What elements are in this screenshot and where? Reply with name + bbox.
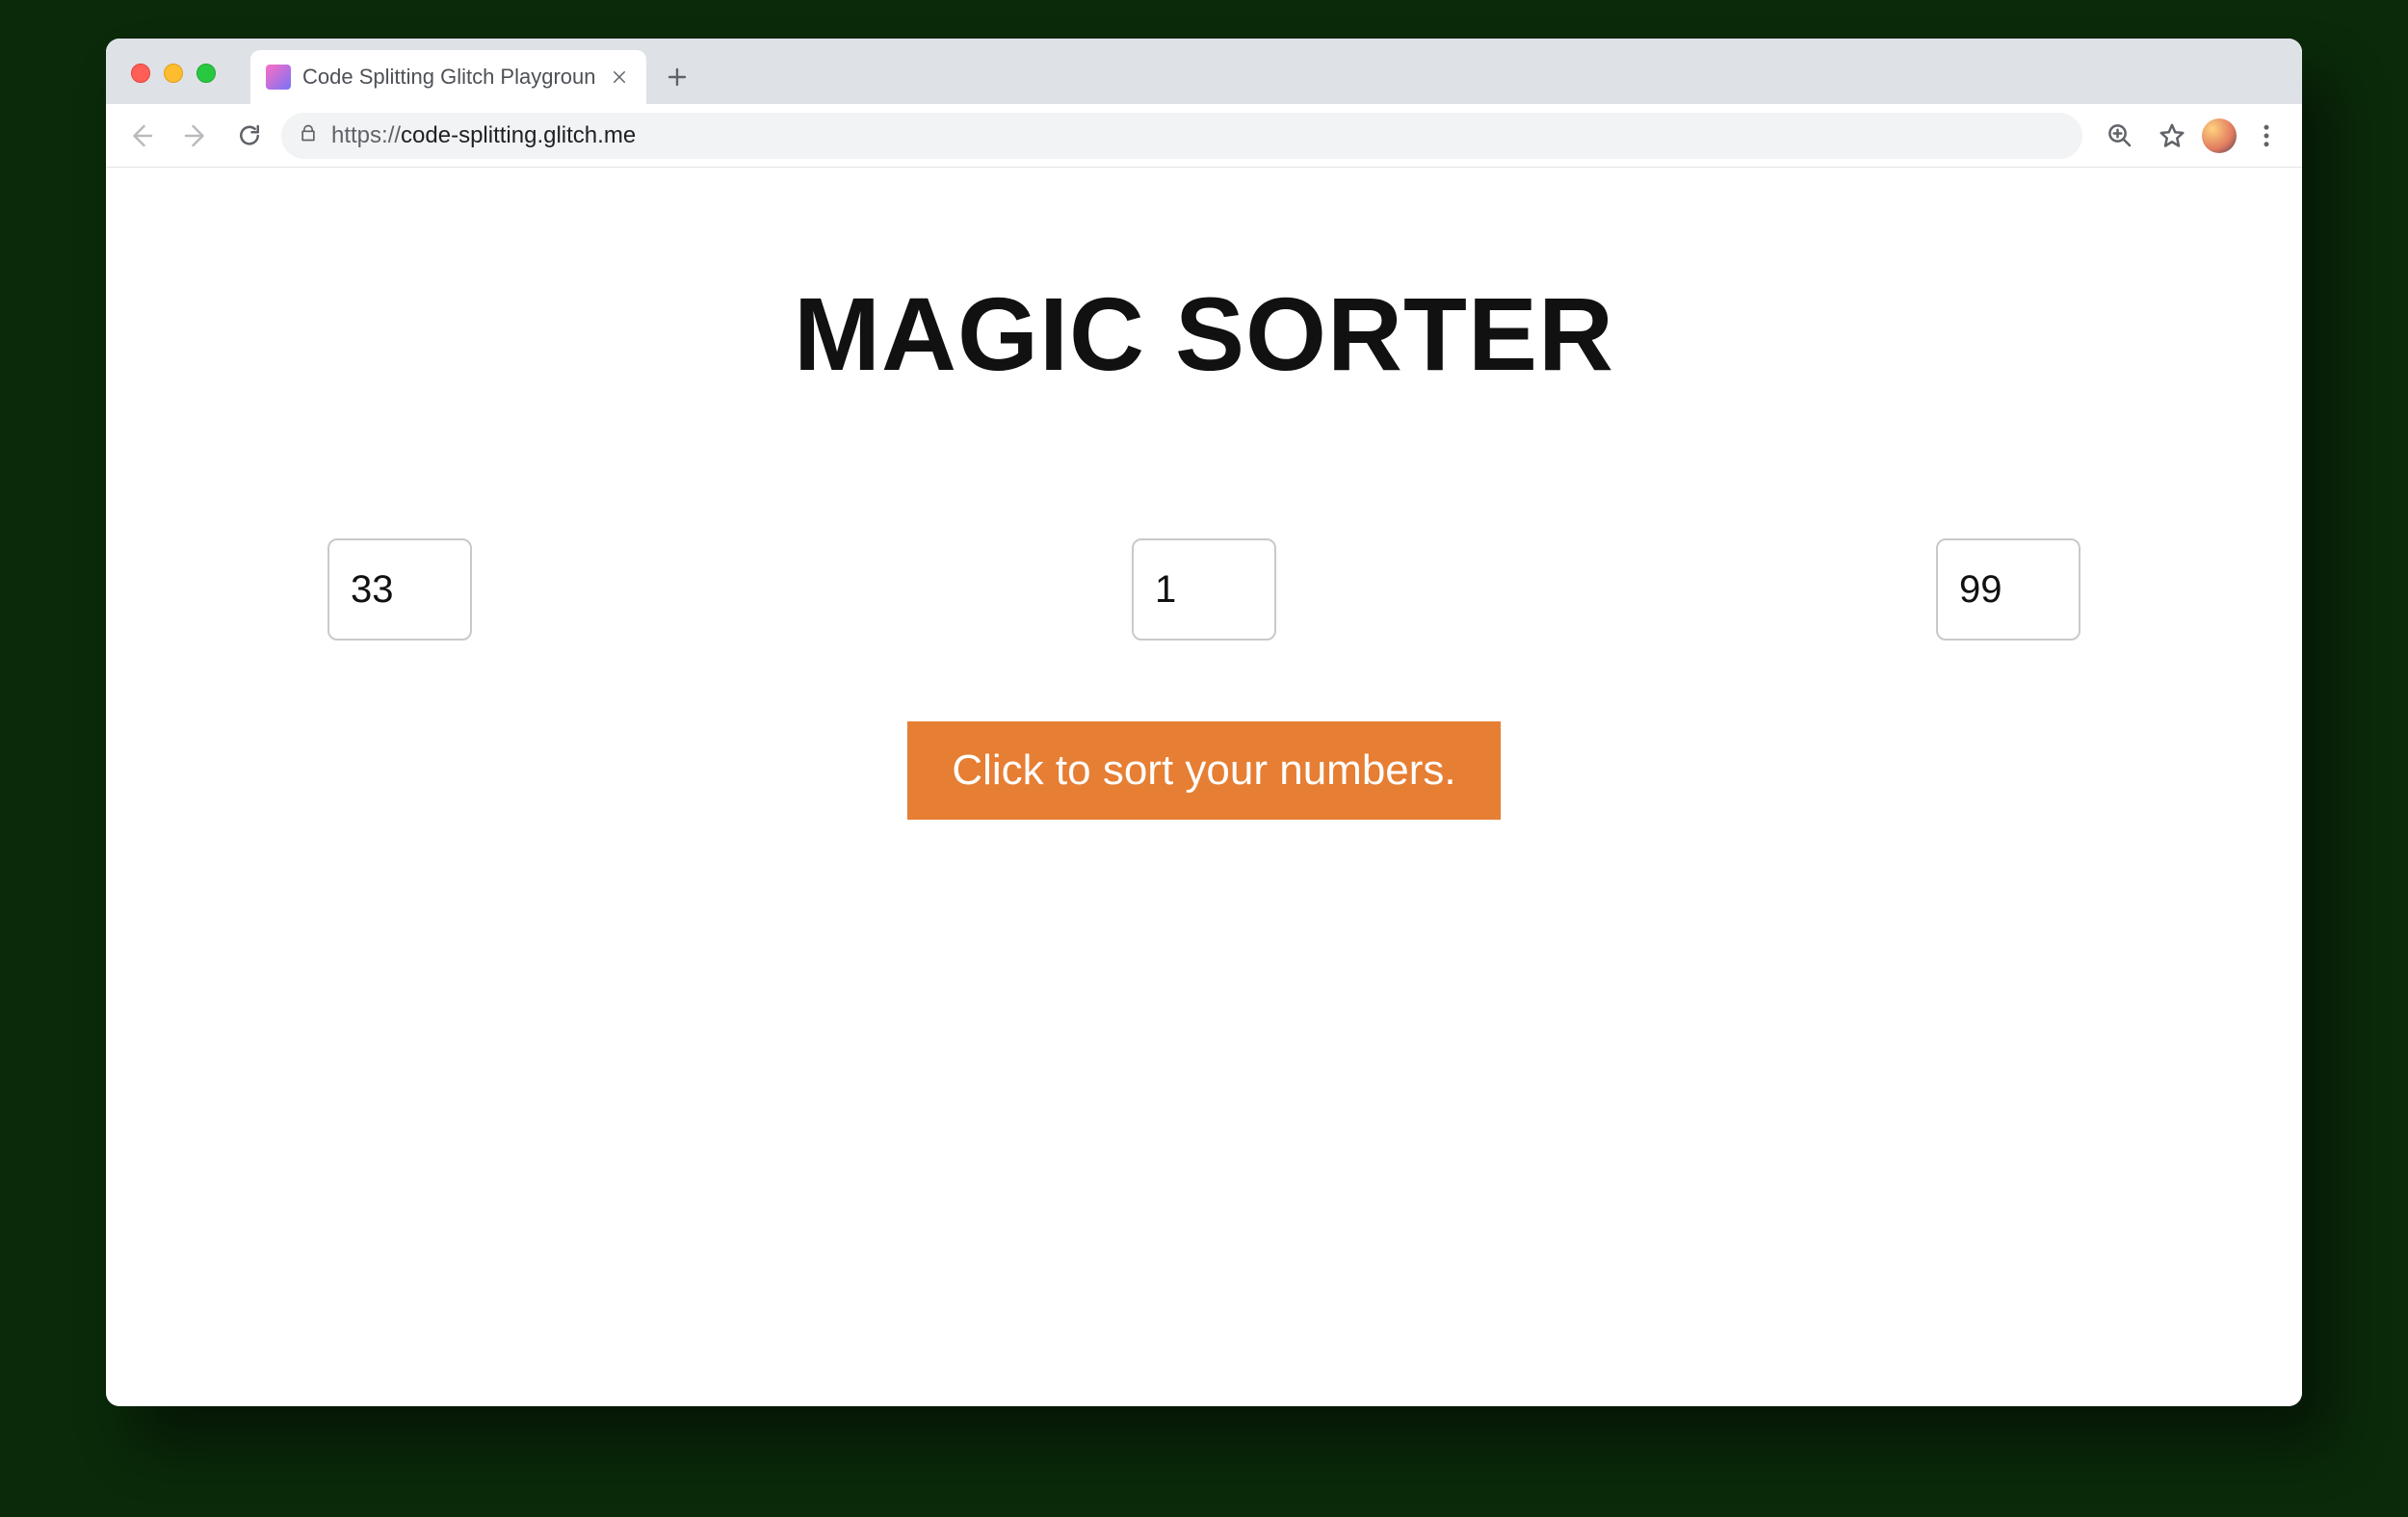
address-bar[interactable]: https://code-splitting.glitch.me bbox=[281, 113, 2082, 159]
number-input-2[interactable] bbox=[1132, 538, 1276, 641]
browser-tab[interactable]: Code Splitting Glitch Playgroun bbox=[250, 50, 646, 104]
star-icon bbox=[2158, 121, 2186, 150]
magnifier-plus-icon bbox=[2106, 121, 2134, 150]
number-inputs-row bbox=[327, 538, 2081, 641]
number-input-3[interactable] bbox=[1936, 538, 2081, 641]
lock-icon bbox=[299, 123, 318, 148]
dots-vertical-icon bbox=[2252, 121, 2281, 150]
page-content: MAGIC SORTER Click to sort your numbers. bbox=[106, 168, 2302, 1406]
window-minimize-button[interactable] bbox=[164, 64, 183, 83]
sort-button[interactable]: Click to sort your numbers. bbox=[907, 721, 1500, 820]
forward-button[interactable] bbox=[173, 114, 218, 158]
browser-window: Code Splitting Glitch Playgroun bbox=[106, 39, 2302, 1406]
reload-icon bbox=[235, 121, 264, 150]
kebab-menu-button[interactable] bbox=[2244, 114, 2289, 158]
tab-strip: Code Splitting Glitch Playgroun bbox=[106, 39, 2302, 104]
tab-close-button[interactable] bbox=[608, 65, 631, 89]
back-button[interactable] bbox=[119, 114, 164, 158]
url-host: code-splitting.glitch.me bbox=[401, 122, 636, 148]
arrow-left-icon bbox=[127, 121, 156, 150]
profile-avatar[interactable] bbox=[2202, 118, 2237, 153]
tab-title: Code Splitting Glitch Playgroun bbox=[302, 65, 596, 90]
bookmark-button[interactable] bbox=[2150, 114, 2194, 158]
close-icon bbox=[611, 68, 628, 86]
arrow-right-icon bbox=[181, 121, 210, 150]
window-close-button[interactable] bbox=[131, 64, 150, 83]
url-scheme: https:// bbox=[331, 122, 401, 148]
url-text: https://code-splitting.glitch.me bbox=[331, 122, 636, 149]
new-tab-button[interactable] bbox=[656, 56, 698, 98]
zoom-indicator-button[interactable] bbox=[2098, 114, 2142, 158]
plus-icon bbox=[666, 65, 689, 89]
traffic-lights bbox=[131, 64, 216, 83]
browser-toolbar: https://code-splitting.glitch.me bbox=[106, 104, 2302, 168]
reload-button[interactable] bbox=[227, 114, 272, 158]
tab-favicon bbox=[266, 65, 291, 90]
page-title: MAGIC SORTER bbox=[794, 274, 1614, 394]
window-zoom-button[interactable] bbox=[196, 64, 216, 83]
number-input-1[interactable] bbox=[327, 538, 472, 641]
toolbar-right bbox=[2098, 114, 2289, 158]
